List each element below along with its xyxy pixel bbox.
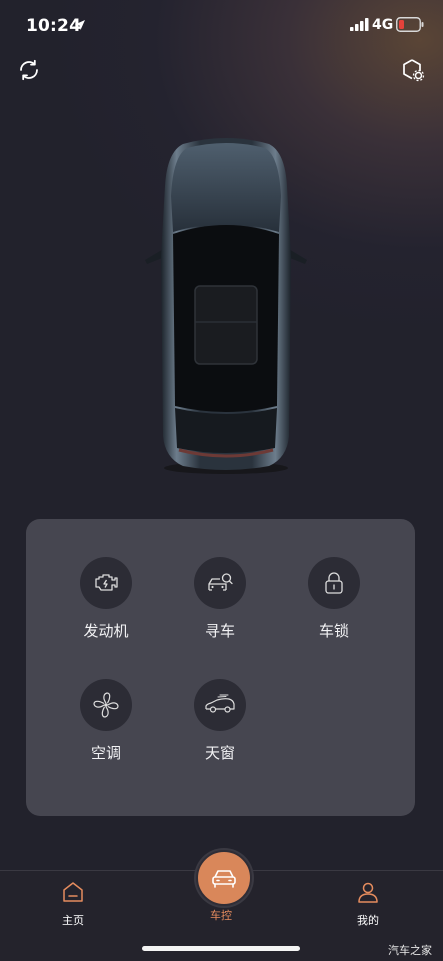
tab-label: 我的 (357, 914, 379, 927)
fan-icon (80, 679, 132, 731)
sunroof-icon (194, 679, 246, 731)
settings-icon[interactable] (401, 58, 425, 82)
cellular-signal-icon (350, 18, 369, 31)
tab-label: 主页 (62, 914, 84, 927)
control-label: 发动机 (83, 622, 129, 640)
tab-label: 车控 (210, 909, 232, 922)
battery-icon (396, 17, 424, 32)
sunroof-control[interactable]: 天窗 (165, 679, 275, 763)
control-label: 寻车 (204, 622, 235, 640)
control-label: 空调 (90, 744, 121, 762)
tab-home[interactable]: 主页 (28, 880, 118, 928)
tab-profile[interactable]: 我的 (323, 880, 413, 928)
control-label: 天窗 (204, 744, 235, 762)
home-indicator (142, 946, 300, 951)
watermark: 汽车之家 (388, 944, 432, 957)
ac-control[interactable]: 空调 (51, 679, 161, 763)
lock-icon (308, 557, 360, 609)
location-arrow-icon (75, 20, 85, 30)
status-time: 10:24 (26, 16, 82, 36)
car-icon (212, 870, 236, 888)
status-bar: 10:24 4G (0, 0, 443, 50)
network-type: 4G (372, 17, 394, 33)
control-panel: 发动机 寻车 车锁 空调 天窗 (26, 519, 415, 816)
tab-car-control[interactable]: 车控 (176, 903, 266, 923)
refresh-icon[interactable] (17, 58, 41, 82)
find-car-icon (194, 557, 246, 609)
engine-control[interactable]: 发动机 (51, 557, 161, 641)
engine-icon (80, 557, 132, 609)
control-label: 车锁 (318, 622, 349, 640)
car-control-center-button[interactable] (196, 850, 252, 906)
find-car-control[interactable]: 寻车 (165, 557, 275, 641)
home-icon (63, 882, 83, 902)
car-top-view (145, 138, 307, 474)
person-icon (358, 882, 378, 903)
lock-control[interactable]: 车锁 (279, 557, 389, 641)
